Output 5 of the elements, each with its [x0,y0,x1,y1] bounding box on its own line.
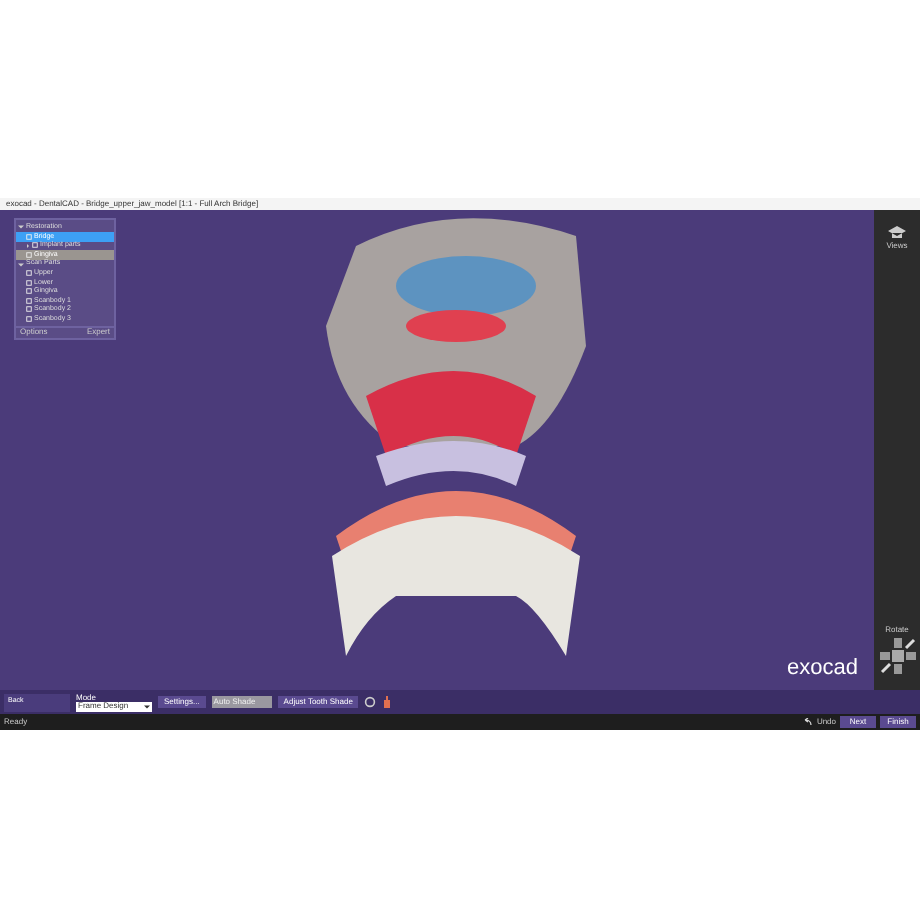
graduation-cap-icon[interactable] [887,226,906,240]
undo-icon[interactable] [802,718,813,726]
caret-icon [144,703,150,709]
view-direction-icon[interactable] [879,638,915,674]
exocad-logo: exocad [787,658,858,680]
